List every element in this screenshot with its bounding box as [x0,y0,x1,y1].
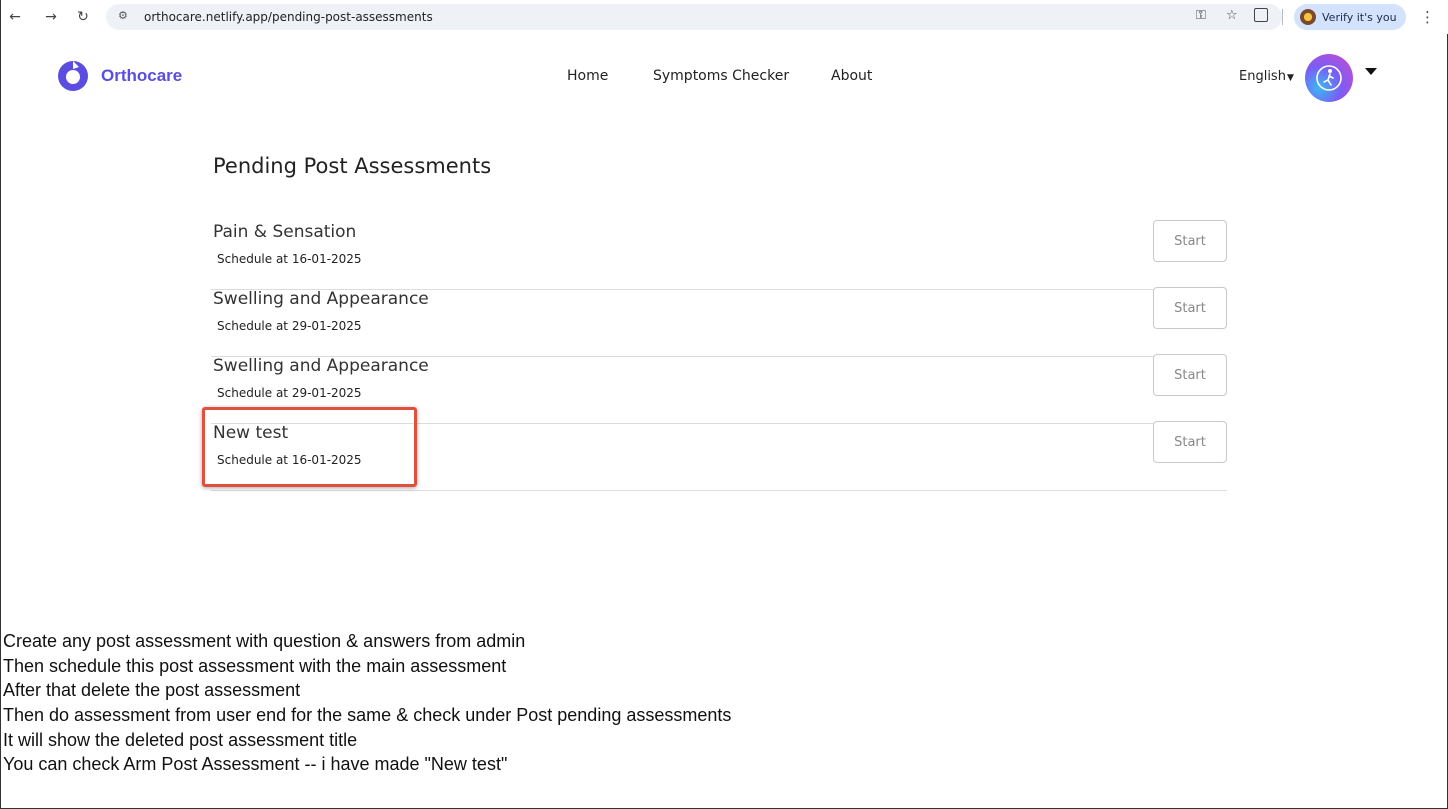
toolbar-divider [1282,9,1283,25]
star-icon[interactable]: ☆ [1226,8,1238,23]
avatar-figure-icon [1316,65,1342,91]
assessment-title: Swelling and Appearance [213,356,429,376]
brand-logo-link[interactable]: Orthocare [55,58,182,94]
screenshot-frame: ← → ↻ ⚙ orthocare.netlify.app/pending-po… [0,0,1448,809]
start-button[interactable]: Start [1153,220,1227,262]
tune-icon[interactable]: ⚙ [118,9,134,25]
language-selector[interactable]: English▼ [1239,69,1294,84]
profile-avatar-icon [1300,9,1316,25]
note-line: You can check Arm Post Assessment -- i h… [3,754,508,774]
nav-symptoms-checker[interactable]: Symptoms Checker [653,68,789,84]
key-icon[interactable]: ⚿ [1196,8,1206,23]
kebab-menu-icon[interactable]: ⋮ [1420,8,1435,26]
note-line: Create any post assessment with question… [3,631,526,651]
user-avatar[interactable] [1305,54,1353,102]
start-button[interactable]: Start [1153,287,1227,329]
assessment-schedule: Schedule at 29-01-2025 [217,319,362,333]
caret-down-icon: ▼ [1286,73,1294,83]
orthocare-logo-icon [58,61,88,91]
caret-down-icon[interactable] [1365,68,1377,75]
note-line: It will show the deleted post assessment… [3,730,358,750]
arrow-left-icon[interactable]: ← [6,8,24,26]
annotation-highlight-box [202,407,417,487]
assessment-row: Pain & Sensation Schedule at 16-01-2025 … [211,220,1227,290]
url-text[interactable]: orthocare.netlify.app/pending-post-asses… [144,10,433,24]
note-line: Then do assessment from user end for the… [3,705,732,725]
page-title: Pending Post Assessments [213,154,492,178]
profile-button[interactable]: Verify it's you [1294,4,1406,30]
nav-home[interactable]: Home [567,68,608,84]
assessment-row: Swelling and Appearance Schedule at 29-0… [211,287,1227,357]
assessment-schedule: Schedule at 16-01-2025 [217,252,362,266]
note-line: Then schedule this post assessment with … [3,656,507,676]
reload-icon[interactable]: ↻ [74,8,92,26]
arrow-right-icon[interactable]: → [42,8,60,26]
note-line: After that delete the post assessment [3,680,301,700]
assessment-schedule: Schedule at 29-01-2025 [217,386,362,400]
profile-label: Verify it's you [1322,10,1397,24]
nav-about[interactable]: About [831,68,872,84]
language-label: English [1239,69,1286,84]
puzzle-icon[interactable] [1254,8,1268,22]
browser-toolbar: ← → ↻ ⚙ orthocare.netlify.app/pending-po… [2,0,1448,34]
start-button[interactable]: Start [1153,354,1227,396]
assessment-title: Swelling and Appearance [213,289,429,309]
brand-name: Orthocare [101,66,183,85]
address-bar[interactable]: ⚙ orthocare.netlify.app/pending-post-ass… [106,4,1282,30]
start-button[interactable]: Start [1153,421,1227,463]
assessment-title: Pain & Sensation [213,222,357,242]
